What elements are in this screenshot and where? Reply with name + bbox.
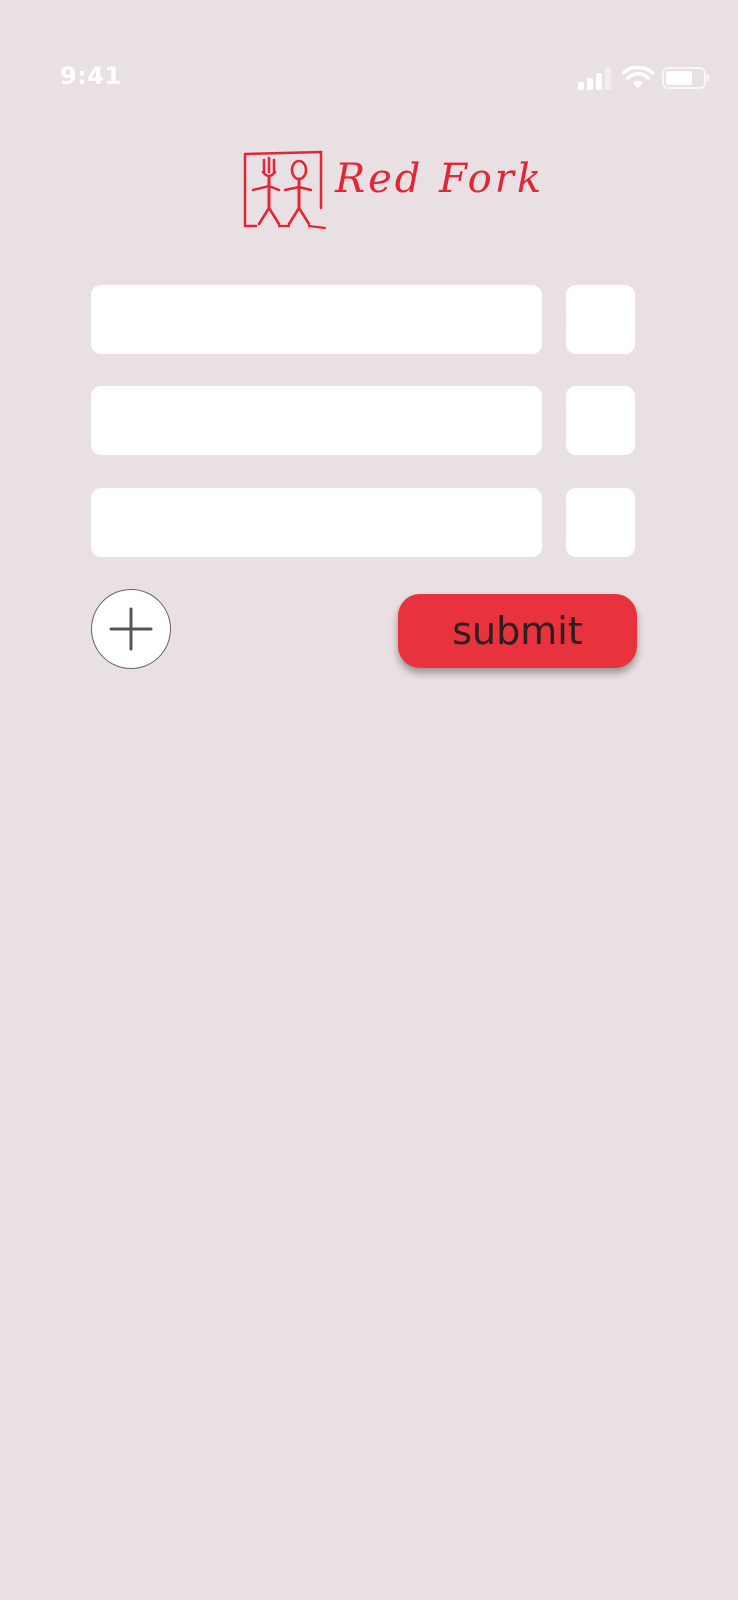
status-bar: 9:41	[0, 0, 738, 120]
form-row-3	[91, 488, 636, 558]
logo-text: Red Fork	[335, 156, 545, 202]
submit-button[interactable]: submit	[398, 594, 637, 668]
status-time: 9:41	[60, 62, 122, 90]
add-row-button[interactable]	[91, 589, 171, 669]
quantity-input-3[interactable]	[566, 488, 635, 557]
plus-icon	[109, 607, 153, 651]
quantity-input-2[interactable]	[566, 386, 635, 455]
item-input-2[interactable]	[91, 386, 542, 455]
wifi-icon	[622, 66, 654, 88]
cellular-signal-icon	[578, 68, 611, 90]
quantity-input-1[interactable]	[566, 285, 635, 354]
red-fork-logo: Red Fork	[243, 150, 541, 232]
battery-icon	[662, 67, 709, 89]
form-row-1	[91, 285, 636, 355]
fork-and-spoon-logo-icon	[243, 150, 327, 230]
item-input-1[interactable]	[91, 285, 542, 354]
form-row-2	[91, 386, 636, 456]
item-input-3[interactable]	[91, 488, 542, 557]
